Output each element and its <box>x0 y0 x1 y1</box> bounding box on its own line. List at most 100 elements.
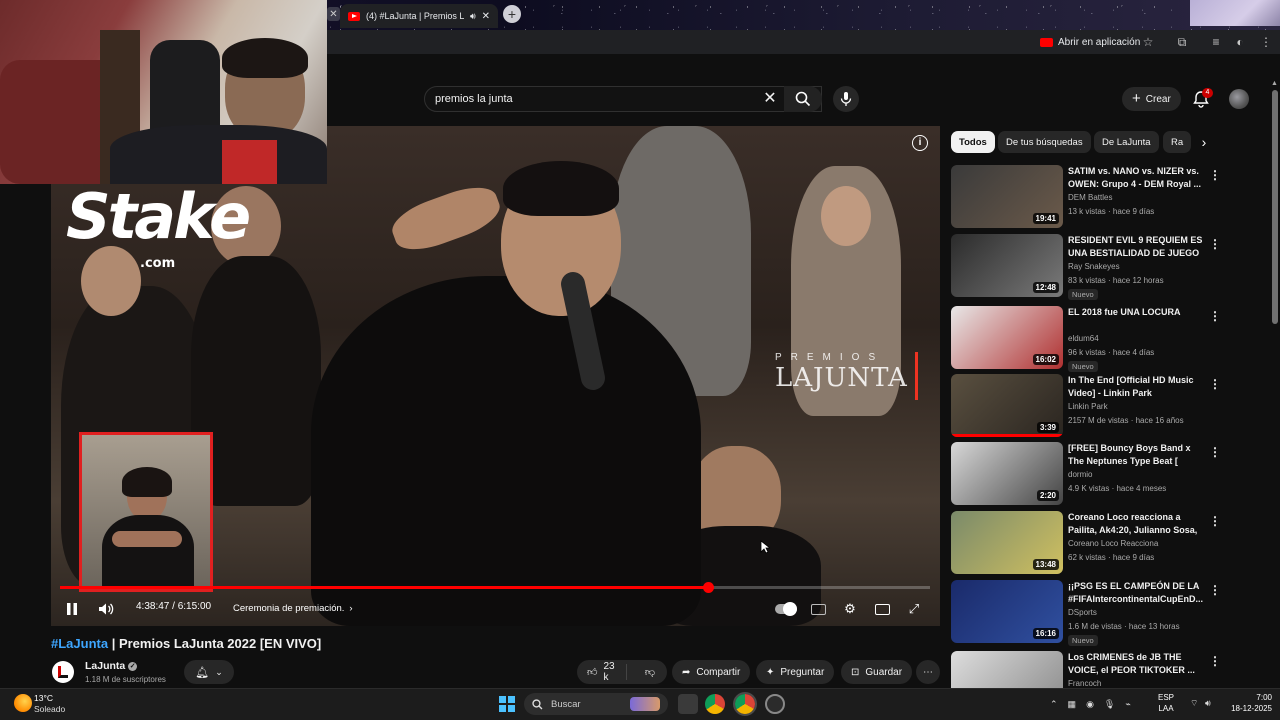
recommendation-channel[interactable]: dormio <box>1068 470 1092 479</box>
chevron-right-icon: › <box>349 602 353 614</box>
recommendation-title[interactable]: Coreano Loco reacciona a Pailita, Ak4:20… <box>1068 511 1206 537</box>
video-thumbnail[interactable]: 16:16 <box>951 580 1063 643</box>
tab-audio-icon[interactable]: 🔊︎ <box>470 11 476 22</box>
more-options-icon[interactable]: ⋮ <box>1209 444 1221 460</box>
recommendation-title[interactable]: RESIDENT EVIL 9 REQUIEM ES UNA BESTIALID… <box>1068 234 1206 260</box>
volume-button[interactable] <box>95 598 117 620</box>
tray-app-icon[interactable]: ▦ <box>1068 699 1077 710</box>
save-button[interactable]: ⊡ Guardar <box>841 660 913 684</box>
video-thumbnail[interactable]: 16:02 <box>951 306 1063 369</box>
system-clock[interactable]: 7:00 18-12-2025 <box>1222 692 1272 714</box>
chip-related[interactable]: Ra <box>1163 131 1192 153</box>
chevron-right-icon[interactable]: › <box>1196 133 1212 151</box>
recommendation-title[interactable]: SATIM vs. NANO vs. NIZER vs. OWEN: Grupo… <box>1068 165 1206 191</box>
recommendation-title[interactable]: In The End [Official HD Music Video] - L… <box>1068 374 1206 400</box>
recommendation-item[interactable]: 19:41 SATIM vs. NANO vs. NIZER vs. OWEN: … <box>951 165 1221 229</box>
close-tab-icon[interactable]: ✕ <box>327 7 340 21</box>
theater-mode-button[interactable] <box>871 598 893 620</box>
recommendation-item[interactable]: 3:39 In The End [Official HD Music Video]… <box>951 374 1221 438</box>
tray-app-icon[interactable]: ⌁ <box>1125 699 1130 710</box>
speaker-icon[interactable]: 🔊︎ <box>1205 698 1211 709</box>
chrome-icon[interactable] <box>705 694 725 714</box>
clear-search-icon[interactable]: ✕ <box>760 89 780 109</box>
more-options-icon[interactable]: ⋮ <box>1209 653 1221 669</box>
more-options-icon[interactable]: ⋮ <box>1209 513 1221 529</box>
fullscreen-button[interactable]: ⤢ <box>903 598 925 620</box>
bookmark-star-icon[interactable]: ☆ <box>1140 34 1156 50</box>
profile-icon[interactable]: ◐ <box>1232 34 1248 50</box>
subscription-notification-button[interactable]: 🔔︎ ⌄ <box>184 660 234 684</box>
extensions-icon[interactable]: ⧉ <box>1174 34 1190 50</box>
browser-tab-active[interactable]: (4) #LaJunta | Premios LaJu... 🔊︎ ✕ <box>340 4 498 28</box>
open-in-app-button[interactable]: Abrir en aplicación <box>1032 33 1148 51</box>
new-tab-button[interactable]: + <box>503 5 521 23</box>
autoplay-toggle[interactable] <box>775 598 797 620</box>
start-button[interactable] <box>499 696 515 712</box>
more-options-icon[interactable]: ⋮ <box>1209 376 1221 392</box>
more-actions-button[interactable]: ⋯ <box>916 660 940 684</box>
recommendation-item[interactable]: 16:16 ¡¡PSG ES EL CAMPEÓN DE LA #FIFAInte… <box>951 580 1221 646</box>
voice-search-button[interactable] <box>833 86 859 112</box>
scroll-up-arrow-icon[interactable]: ▲ <box>1271 80 1278 87</box>
recommendation-channel[interactable]: Ray Snakeyes <box>1068 262 1120 271</box>
like-dislike-group: 👍︎ 23 k 👎︎ <box>577 660 667 684</box>
video-thumbnail[interactable]: 3:39 <box>951 374 1063 437</box>
tab-close-icon[interactable]: ✕ <box>482 11 490 22</box>
browser-menu-icon[interactable]: ⋮ <box>1258 34 1274 50</box>
dislike-button[interactable]: 👎︎ <box>633 666 667 678</box>
more-options-icon[interactable]: ⋮ <box>1209 582 1221 598</box>
more-options-icon[interactable]: ⋮ <box>1209 308 1221 324</box>
more-options-icon[interactable]: ⋮ <box>1209 236 1221 252</box>
app-icon[interactable] <box>765 694 785 714</box>
recommendation-channel[interactable]: Linkin Park <box>1068 402 1108 411</box>
tray-app-icon[interactable]: ◉ <box>1086 699 1094 710</box>
page-scrollbar[interactable] <box>1272 90 1278 324</box>
recommendation-item[interactable]: 12:48 RESIDENT EVIL 9 REQUIEM ES UNA BEST… <box>951 234 1221 300</box>
recommendation-title[interactable]: EL 2018 fue UNA LOCURA <box>1068 306 1206 319</box>
recommendation-item[interactable]: 13:48 Coreano Loco reacciona a Pailita, A… <box>951 511 1221 575</box>
settings-button[interactable]: ⚙︎ <box>839 598 861 620</box>
taskbar-search[interactable]: Buscar <box>524 693 668 715</box>
recommendation-channel[interactable]: DSports <box>1068 608 1097 617</box>
ask-button[interactable]: ✦ Preguntar <box>756 660 835 684</box>
chevron-up-icon[interactable]: ⌃ <box>1050 699 1058 710</box>
taskview-icon[interactable] <box>678 694 698 714</box>
video-title-hashtag[interactable]: #LaJunta <box>51 636 108 651</box>
account-avatar[interactable] <box>1229 89 1249 109</box>
sun-icon <box>14 694 32 712</box>
channel-avatar[interactable] <box>52 661 74 683</box>
search-button[interactable] <box>784 86 822 112</box>
like-button[interactable]: 👍︎ 23 k <box>577 661 627 683</box>
video-thumbnail[interactable]: 13:48 <box>951 511 1063 574</box>
recommendation-channel[interactable]: DEM Battles <box>1068 193 1112 202</box>
weather-widget[interactable]: 13°C Soleado <box>12 692 92 716</box>
media-control-icon[interactable]: ≡ <box>1208 34 1224 50</box>
recommendation-item[interactable]: 16:02 EL 2018 fue UNA LOCURA eldum64 96 k v… <box>951 306 1221 372</box>
chip-from-channel[interactable]: De LaJunta <box>1094 131 1159 153</box>
more-options-icon[interactable]: ⋮ <box>1209 167 1221 183</box>
recommendation-channel[interactable]: Coreano Loco Reacciona <box>1068 539 1158 548</box>
info-icon[interactable]: i <box>912 135 928 151</box>
chip-from-searches[interactable]: De tus búsquedas <box>998 131 1091 153</box>
recommendation-title[interactable]: ¡¡PSG ES EL CAMPEÓN DE LA #FIFAIntercont… <box>1068 580 1206 606</box>
recommendation-channel[interactable]: Francoch <box>1068 679 1101 688</box>
recommendation-channel[interactable]: eldum64 <box>1068 334 1099 343</box>
recommendation-item[interactable]: 2:20 [FREE] Bouncy Boys Band x The Neptun… <box>951 442 1221 506</box>
recommendation-title[interactable]: Los CRIMENES de JB THE VOICE, el PEOR TI… <box>1068 651 1206 677</box>
chrome-active-icon[interactable] <box>733 692 757 716</box>
create-button[interactable]: + Crear <box>1122 87 1181 111</box>
pause-button[interactable] <box>61 598 83 620</box>
input-language[interactable]: ESP LAA <box>1158 692 1174 714</box>
subtitles-button[interactable] <box>807 598 829 620</box>
video-thumbnail[interactable]: 19:41 <box>951 165 1063 228</box>
share-button[interactable]: ➦ Compartir <box>672 660 751 684</box>
chapter-button[interactable]: Ceremonia de premiación. › <box>225 598 361 618</box>
video-thumbnail[interactable]: 2:20 <box>951 442 1063 505</box>
chip-all[interactable]: Todos <box>951 131 995 153</box>
wifi-icon[interactable]: ⌔ <box>1190 698 1198 709</box>
microphone-icon[interactable]: 🎙︎ <box>1104 699 1115 710</box>
chapter-title: Ceremonia de premiación. <box>233 602 345 614</box>
video-thumbnail[interactable]: 12:48 <box>951 234 1063 297</box>
channel-name[interactable]: LaJunta ✓ <box>85 660 138 672</box>
recommendation-title[interactable]: [FREE] Bouncy Boys Band x The Neptunes T… <box>1068 442 1206 468</box>
